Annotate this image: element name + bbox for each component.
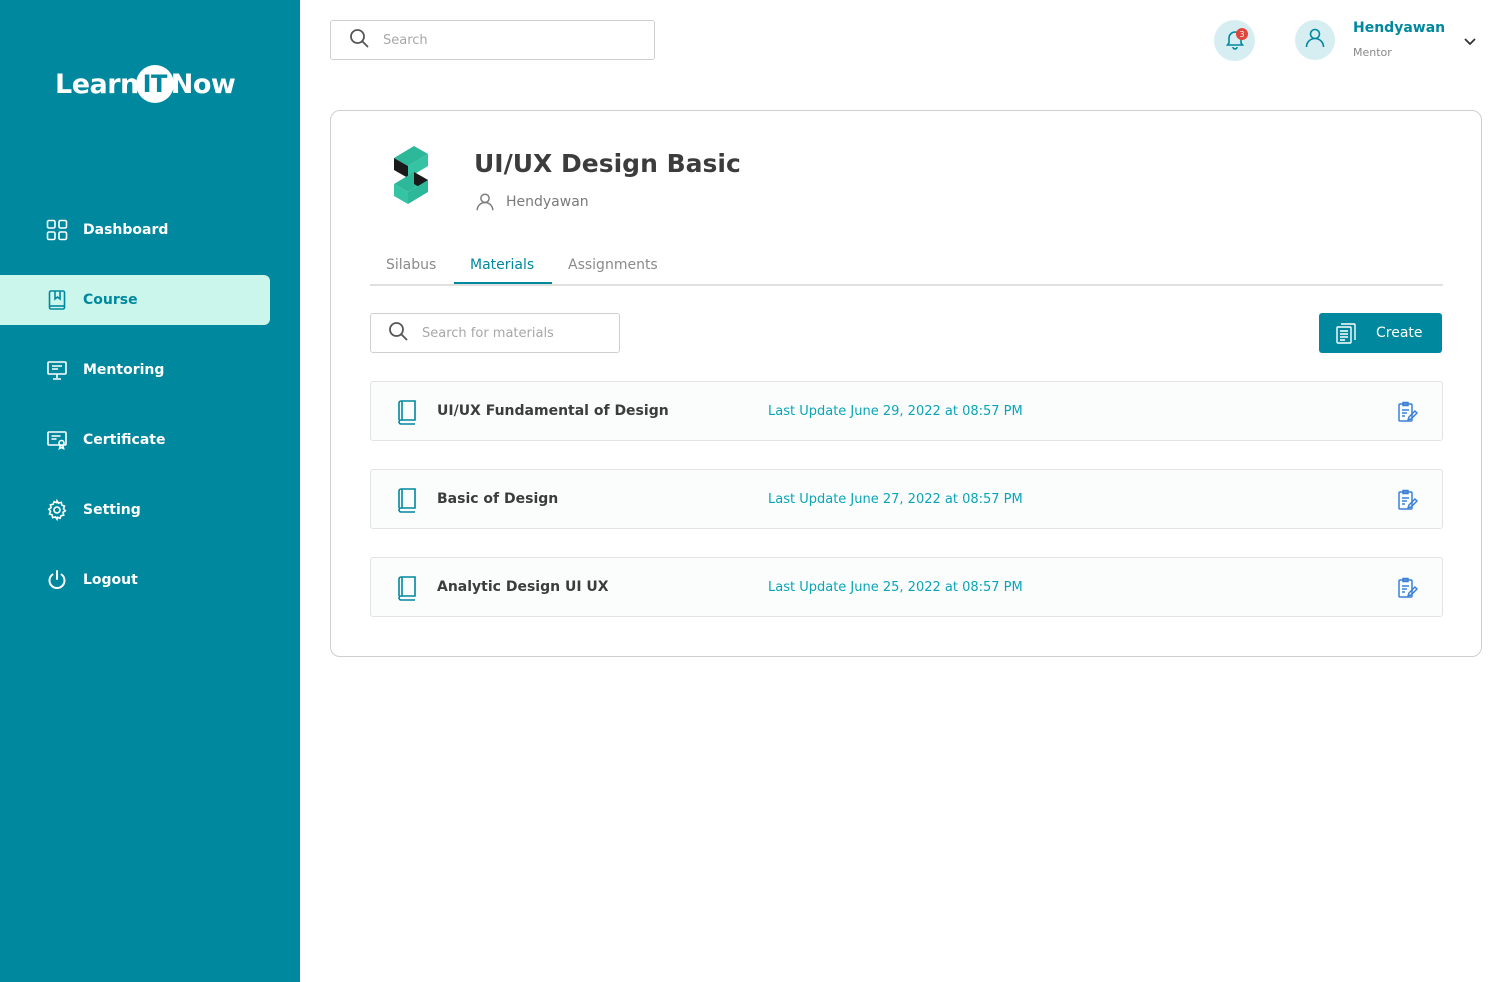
edit-icon[interactable] [1395,488,1419,512]
material-updated: Last Update June 25, 2022 at 08:57 PM [768,579,1023,595]
search-icon [388,321,408,345]
sidebar-item-course[interactable]: Course [0,275,270,325]
sidebar-item-label: Logout [83,572,138,588]
documents-icon [1336,323,1356,344]
logo-text-now: Now [170,68,236,100]
materials-search [370,313,620,353]
materials-search-input[interactable] [422,325,602,341]
search-icon [349,28,369,52]
user-name[interactable]: Hendyawan [1353,20,1445,36]
active-tab-indicator [454,282,552,284]
bookmark-book-icon [46,289,68,311]
course-logo-icon [386,144,436,210]
grid-icon [46,219,68,241]
create-button[interactable]: Create [1319,313,1442,353]
material-row[interactable]: Basic of Design Last Update June 27, 202… [370,469,1443,529]
global-search [330,20,655,60]
notification-button[interactable]: 3 [1214,20,1255,61]
course-tabs: Silabus Materials Assignments [370,251,1443,286]
book-icon [395,487,419,513]
user-icon [476,193,494,211]
course-title: UI/UX Design Basic [474,149,741,178]
sidebar-item-dashboard[interactable]: Dashboard [0,205,270,255]
gear-icon [46,499,68,521]
logo-text-learn: Learn [55,68,139,100]
sidebar-item-mentoring[interactable]: Mentoring [0,345,270,395]
tab-assignments[interactable]: Assignments [568,257,658,285]
chevron-down-icon[interactable] [1462,33,1478,49]
course-card: UI/UX Design Basic Hendyawan Silabus Mat… [330,110,1482,657]
sidebar-item-label: Mentoring [83,362,165,378]
avatar[interactable] [1295,20,1335,60]
user-role: Mentor [1353,46,1392,59]
material-updated: Last Update June 29, 2022 at 08:57 PM [768,403,1023,419]
material-updated: Last Update June 27, 2022 at 08:57 PM [768,491,1023,507]
sidebar-item-label: Certificate [83,432,166,448]
tab-silabus[interactable]: Silabus [386,257,436,285]
material-title: Basic of Design [437,491,559,507]
logo-text-it: IT [135,65,174,103]
sidebar-item-certificate[interactable]: Certificate [0,415,270,465]
tab-materials[interactable]: Materials [470,257,534,285]
sidebar: Learn IT Now Dashboard Course Mentoring [0,0,300,982]
edit-icon[interactable] [1395,576,1419,600]
material-title: Analytic Design UI UX [437,579,609,595]
notification-badge: 3 [1236,28,1248,40]
course-author-name: Hendyawan [506,194,589,210]
sidebar-item-logout[interactable]: Logout [0,555,270,605]
sidebar-item-label: Course [83,292,138,308]
book-icon [395,399,419,425]
material-row[interactable]: Analytic Design UI UX Last Update June 2… [370,557,1443,617]
material-title: UI/UX Fundamental of Design [437,403,669,419]
sidebar-item-label: Dashboard [83,222,169,238]
power-icon [46,569,68,591]
search-input[interactable] [383,32,623,48]
presentation-icon [46,359,68,381]
course-author: Hendyawan [474,191,589,213]
book-icon [395,575,419,601]
sidebar-item-setting[interactable]: Setting [0,485,270,535]
create-button-label: Create [1376,325,1423,341]
app-logo[interactable]: Learn IT Now [55,62,236,106]
certificate-icon [46,429,68,451]
user-icon [1303,26,1327,54]
sidebar-item-label: Setting [83,502,141,518]
edit-icon[interactable] [1395,400,1419,424]
material-row[interactable]: UI/UX Fundamental of Design Last Update … [370,381,1443,441]
